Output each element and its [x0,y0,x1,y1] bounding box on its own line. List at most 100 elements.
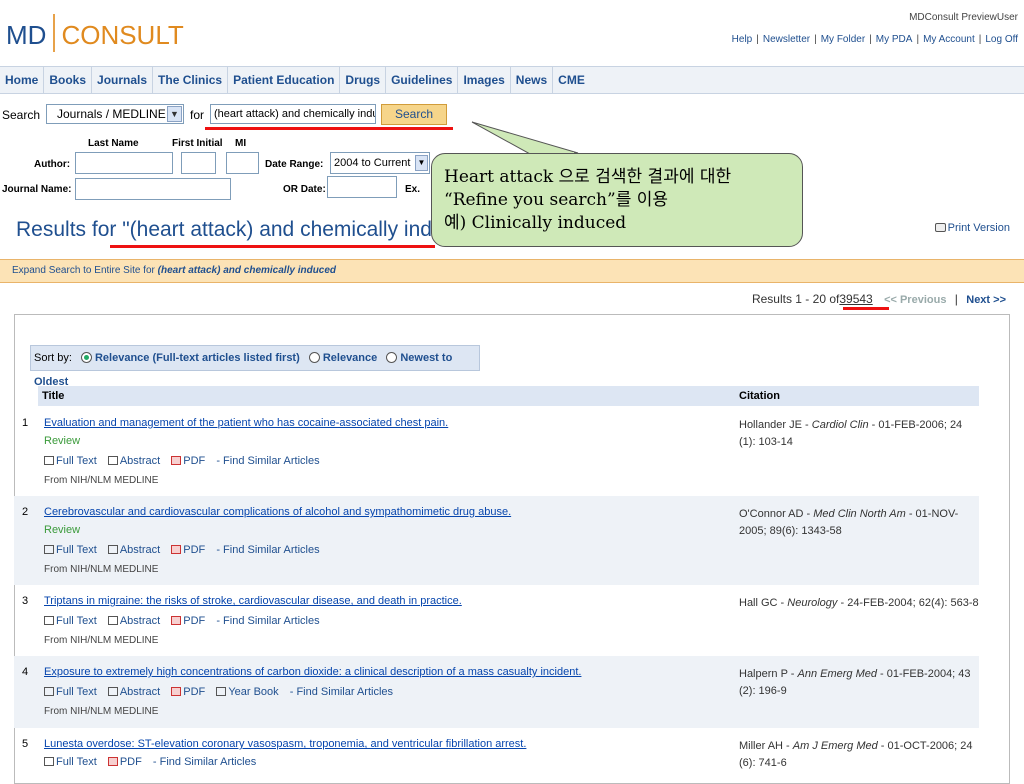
expand-prefix: Expand Search to Entire Site for [12,265,155,276]
my-pda-link[interactable]: My PDA [876,34,913,45]
print-version-link[interactable]: Print Version [934,222,1010,234]
result-number: 1 [22,417,29,429]
citation-journal: Cardiol Clin [811,419,869,431]
full-text-icon [44,616,54,625]
printer-icon [934,223,946,232]
abstract-link[interactable]: Abstract [120,615,160,627]
scope-select[interactable]: Journals / MEDLINE ▼ [46,104,184,124]
abstract-link[interactable]: Abstract [120,544,160,556]
pdf-link[interactable]: PDF [183,544,205,556]
find-similar-link[interactable]: - Find Similar Articles [290,686,393,698]
result-links: Full Text Abstract PDF - Find Similar Ar… [44,615,320,627]
result-number: 4 [22,666,29,678]
annotation-underline-title [110,245,435,248]
abstract-icon [107,456,118,465]
result-title-link[interactable]: Evaluation and management of the patient… [44,417,448,429]
sort-option-relevance-fulltext[interactable]: Relevance (Full-text articles listed fir… [95,352,300,364]
or-date-input[interactable] [327,176,397,198]
annotation-underline-count [843,307,889,310]
nav-the-clinics[interactable]: The Clinics [153,67,229,93]
result-links: Full Text Abstract PDF Year Book - Find … [44,686,393,698]
nav-drugs[interactable]: Drugs [340,67,387,93]
date-range-label: Date Range: [265,159,324,170]
expand-term[interactable]: (heart attack) and chemically induced [158,265,336,276]
date-range-select[interactable]: 2004 to Current ▼ [330,152,430,174]
result-row: 3 Triptans in migraine: the risks of str… [14,585,979,656]
next-link[interactable]: Next >> [966,294,1006,306]
find-similar-link[interactable]: - Find Similar Articles [153,756,256,768]
nav-journals[interactable]: Journals [92,67,154,93]
result-title-link[interactable]: Lunesta overdose: ST-elevation coronary … [44,738,526,750]
sort-radio-relevance[interactable] [308,352,320,363]
help-link[interactable]: Help [732,34,753,45]
full-text-link[interactable]: Full Text [56,686,97,698]
find-similar-link[interactable]: - Find Similar Articles [216,455,319,467]
find-similar-link[interactable]: - Find Similar Articles [216,615,319,627]
full-text-icon [44,456,54,465]
previous-link[interactable]: << Previous [884,294,946,306]
citation-column-header: Citation [739,390,780,402]
my-account-link[interactable]: My Account [923,34,975,45]
pdf-link[interactable]: PDF [183,455,205,467]
search-button[interactable]: Search [381,104,447,125]
chevron-down-icon[interactable]: ▼ [167,106,182,122]
pdf-link[interactable]: PDF [183,686,205,698]
nav-cme[interactable]: CME [553,67,590,93]
result-source: From NIH/NLM MEDLINE [44,564,159,575]
full-text-link[interactable]: Full Text [56,455,97,467]
nav-patient-education[interactable]: Patient Education [228,67,341,93]
pdf-icon [171,687,182,696]
chevron-down-icon[interactable]: ▼ [415,155,428,171]
sort-option-relevance[interactable]: Relevance [323,352,377,364]
citation-author: Hall GC - [739,597,788,609]
pdf-link[interactable]: PDF [120,756,142,768]
print-version-label: Print Version [947,222,1010,234]
abstract-link[interactable]: Abstract [120,455,160,467]
result-row: 5 Lunesta overdose: ST-elevation coronar… [14,728,979,769]
sort-label: Sort by: [34,352,72,364]
abstract-icon [107,545,118,554]
last-name-input[interactable] [75,152,173,174]
journal-name-input[interactable] [75,178,231,200]
nav-home[interactable]: Home [0,67,45,93]
nav-news[interactable]: News [511,67,554,93]
year-book-link[interactable]: Year Book [228,686,278,698]
results-title: Results for "(heart attack) and chemical… [16,218,478,241]
result-citation: Hall GC - Neurology - 24-FEB-2004; 62(4)… [739,595,979,612]
result-title-link[interactable]: Exposure to extremely high concentration… [44,666,581,678]
first-initial-label: First Initial [172,138,223,149]
nav-images[interactable]: Images [458,67,511,93]
full-text-link[interactable]: Full Text [56,544,97,556]
example-label: Ex. [405,184,421,195]
result-title-link[interactable]: Cerebrovascular and cardiovascular compl… [44,506,511,518]
find-similar-link[interactable]: - Find Similar Articles [216,544,319,556]
result-citation: O'Connor AD - Med Clin North Am - 01-NOV… [739,506,979,540]
pdf-link[interactable]: PDF [183,615,205,627]
result-links: Full Text Abstract PDF - Find Similar Ar… [44,455,320,467]
abstract-icon [107,616,118,625]
result-title-link[interactable]: Triptans in migraine: the risks of strok… [44,595,462,607]
log-off-link[interactable]: Log Off [985,34,1018,45]
abstract-link[interactable]: Abstract [120,686,160,698]
mi-input[interactable] [226,152,259,174]
newsletter-link[interactable]: Newsletter [763,34,810,45]
callout-line-2: “Refine you search”를 이용 [444,190,669,210]
sort-radio-newest[interactable] [386,352,398,363]
full-text-link[interactable]: Full Text [56,756,97,768]
expand-search-bar[interactable]: Expand Search to Entire Site for (heart … [0,259,1024,283]
md-consult-logo[interactable]: MD CONSULT [6,14,184,52]
sort-radio-relevance-fulltext[interactable] [80,352,92,363]
callout-line-3: 예) Clinically induced [444,213,627,233]
first-initial-input[interactable] [181,152,216,174]
result-citation: Hollander JE - Cardiol Clin - 01-FEB-200… [739,417,979,451]
nav-guidelines[interactable]: Guidelines [386,67,459,93]
my-folder-link[interactable]: My Folder [821,34,865,45]
citation-author: O'Connor AD - [739,508,814,520]
citation-journal: Ann Emerg Med [797,668,877,680]
nav-books[interactable]: Books [44,67,93,93]
pdf-icon [171,545,182,554]
results-total: 39543 [839,292,873,306]
pagination: Results 1 - 20 of39543 << Previous | Nex… [751,292,1006,306]
search-query-input[interactable]: (heart attack) and chemically indu [210,104,376,124]
full-text-link[interactable]: Full Text [56,615,97,627]
